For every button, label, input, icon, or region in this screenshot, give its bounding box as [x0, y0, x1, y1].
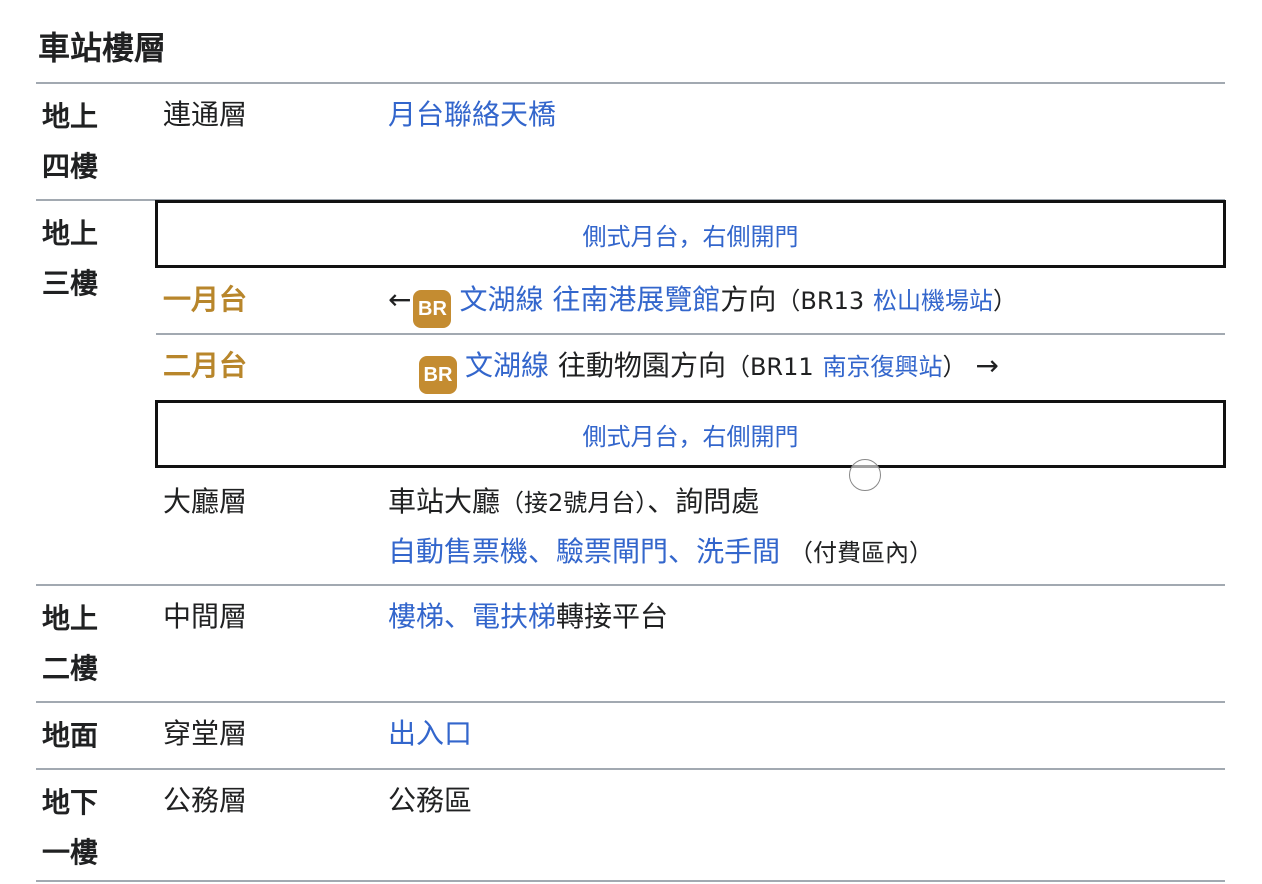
arrow-left-icon: ←	[388, 283, 412, 316]
separator: 、	[528, 535, 557, 568]
separator: 、	[668, 535, 697, 568]
paren: ）	[993, 287, 1018, 315]
floor-name-line: 地上	[42, 217, 99, 250]
platform-1-label: 一月台	[163, 283, 248, 316]
wenhu-line-link[interactable]: 文湖線	[465, 349, 549, 382]
transfer-platform-text: 轉接平台	[556, 600, 669, 633]
divider	[36, 584, 1225, 586]
fare-gate-link[interactable]: 驗票閘門	[556, 535, 668, 568]
concourse-facilities-line2: 自動售票機、驗票閘門、洗手間 （付費區內）	[388, 534, 933, 571]
floor-name-line: 一樓	[42, 836, 99, 869]
page-title: 車站樓層	[38, 29, 167, 67]
escalator-link[interactable]: 樓梯、電扶梯	[388, 600, 556, 633]
floor-label-ground: 地面	[42, 711, 122, 761]
floor-name-line: 地上	[42, 100, 99, 133]
divider	[36, 82, 1225, 84]
floor-name-line: 地下	[42, 786, 99, 819]
concourse-text: 車站大廳	[388, 485, 501, 518]
floor-label-3f: 地上 三樓	[42, 209, 122, 309]
mezzanine-desc: 樓梯、電扶梯轉接平台	[388, 599, 668, 635]
office-area-text: 公務區	[388, 784, 473, 817]
ticket-machine-link[interactable]: 自動售票機	[388, 535, 528, 568]
side-platform-bottom: 側式月台，右側開門	[155, 400, 1226, 468]
floor-label-2f: 地上 二樓	[42, 594, 122, 694]
direction-text: 方向	[720, 283, 777, 316]
br-line-icon: BR	[413, 290, 452, 328]
concourse-note: （接2號月台）	[500, 489, 648, 517]
cursor-circle-icon	[849, 459, 881, 491]
side-platform-link[interactable]: 側式月台，右側開門	[583, 217, 799, 252]
exit-link[interactable]: 出入口	[388, 716, 472, 752]
station-code: BR11	[749, 353, 814, 381]
level-name-4f: 連通層	[163, 98, 248, 131]
level-name-ground: 穿堂層	[163, 717, 248, 750]
info-desk-text: 、詢問處	[647, 485, 760, 518]
platform-2-track: BR 文湖線 往動物園方向（BR11 南京復興站） →	[417, 348, 999, 394]
floor-label-4f: 地上 四樓	[42, 92, 122, 192]
floor-name-line: 四樓	[42, 150, 99, 183]
arrow-right-icon: →	[975, 349, 999, 382]
paren: （	[776, 287, 801, 315]
floor-name-line: 二樓	[42, 652, 99, 685]
platform-2-label: 二月台	[163, 349, 248, 382]
divider	[156, 333, 1225, 335]
wenhu-line-link[interactable]: 文湖線	[459, 283, 543, 316]
floor-name-line: 地上	[42, 602, 99, 635]
restroom-link[interactable]: 洗手間	[696, 535, 780, 568]
concourse-facilities-line1: 車站大廳（接2號月台）、詢問處	[388, 484, 759, 521]
paid-area-note: （付費區內）	[788, 539, 933, 567]
skybridge-link[interactable]: 月台聯絡天橋	[388, 97, 556, 133]
floor-name-line: 地面	[42, 719, 99, 752]
level-name-b1: 公務層	[163, 784, 248, 817]
direction-text: 方向	[669, 349, 726, 382]
side-platform-link[interactable]: 側式月台，右側開門	[583, 417, 799, 452]
next-station-link[interactable]: 南京復興站	[823, 353, 943, 381]
next-station-link[interactable]: 松山機場站	[873, 287, 993, 315]
divider	[36, 768, 1225, 770]
destination-link[interactable]: 往南港展覽館	[552, 283, 720, 316]
paren: ）	[942, 353, 967, 381]
floor-label-b1: 地下 一樓	[42, 778, 122, 878]
paren: （	[725, 353, 750, 381]
platform-1-track: ← BR 文湖線 往南港展覽館方向（BR13 松山機場站）	[388, 282, 1017, 328]
level-name-2f: 中間層	[163, 600, 248, 633]
divider	[36, 701, 1225, 703]
floor-name-line: 三樓	[42, 267, 99, 300]
level-name-concourse: 大廳層	[163, 485, 248, 518]
side-platform-top: 側式月台，右側開門	[155, 200, 1226, 268]
br-line-icon: BR	[419, 356, 457, 394]
station-code: BR13	[800, 287, 865, 315]
divider	[36, 880, 1225, 882]
destination-text: 往動物園	[557, 349, 670, 382]
